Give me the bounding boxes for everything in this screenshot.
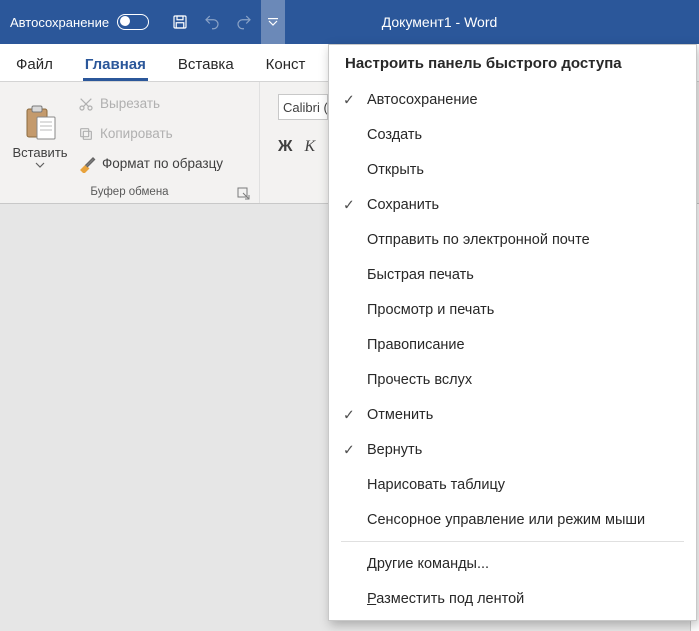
font-group: Calibri ( Ж К <box>260 82 336 203</box>
menu-item-4[interactable]: Отправить по электронной почте <box>329 222 696 257</box>
menu-item-label: Прочесть вслух <box>367 372 472 388</box>
menu-item-label: Сенсорное управление или режим мыши <box>367 512 645 528</box>
menu-item-5[interactable]: Быстрая печать <box>329 257 696 292</box>
tab-design[interactable]: Конст <box>250 56 310 81</box>
cut-button[interactable]: Вырезать <box>78 92 223 116</box>
checkmark-icon: ✓ <box>343 441 355 458</box>
menu-item-label: Правописание <box>367 337 465 353</box>
quick-access-toolbar <box>165 7 259 37</box>
checkmark-icon: ✓ <box>343 91 355 108</box>
menu-item-12[interactable]: Сенсорное управление или режим мыши <box>329 502 696 537</box>
menu-below-ribbon-label: Разместить под лентой <box>367 591 524 607</box>
document-title: Документ1 - Word <box>382 14 498 30</box>
customize-qat-dropdown[interactable] <box>261 0 285 44</box>
menu-other-commands-label: Другие команды... <box>367 556 489 572</box>
menu-item-10[interactable]: ✓ Вернуть <box>329 432 696 467</box>
menu-item-label: Просмотр и печать <box>367 302 494 318</box>
paste-button[interactable]: Вставить <box>8 86 72 181</box>
menu-item-9[interactable]: ✓ Отменить <box>329 397 696 432</box>
checkmark-icon: ✓ <box>343 196 355 213</box>
copy-button[interactable]: Копировать <box>78 122 223 146</box>
autosave-toggle-group: Автосохранение <box>0 14 159 30</box>
autosave-toggle[interactable] <box>117 14 149 30</box>
menu-other-commands[interactable]: Другие команды... <box>329 546 696 581</box>
customize-qat-menu: Настроить панель быстрого доступа ✓ Автос… <box>328 44 697 621</box>
menu-item-label: Нарисовать таблицу <box>367 477 505 493</box>
menu-item-label: Сохранить <box>367 197 439 213</box>
menu-item-6[interactable]: Просмотр и печать <box>329 292 696 327</box>
menu-item-7[interactable]: Правописание <box>329 327 696 362</box>
menu-item-0[interactable]: ✓ Автосохранение <box>329 82 696 117</box>
menu-item-label: Отменить <box>367 407 433 423</box>
menu-item-label: Открыть <box>367 162 424 178</box>
tab-home[interactable]: Главная <box>69 56 162 81</box>
chevron-down-icon <box>268 17 278 27</box>
menu-item-label: Автосохранение <box>367 92 478 108</box>
chevron-down-icon <box>35 162 45 168</box>
italic-button[interactable]: К <box>304 138 315 156</box>
tab-file[interactable]: Файл <box>0 56 69 81</box>
tab-insert[interactable]: Вставка <box>162 56 250 81</box>
menu-item-label: Быстрая печать <box>367 267 474 283</box>
cut-label: Вырезать <box>100 96 160 111</box>
menu-item-label: Отправить по электронной почте <box>367 232 590 248</box>
autosave-label: Автосохранение <box>10 15 109 30</box>
dialog-launcher-icon[interactable] <box>237 187 251 201</box>
clipboard-paste-icon <box>23 105 57 141</box>
menu-item-label: Создать <box>367 127 422 143</box>
copy-icon <box>78 126 94 142</box>
menu-title: Настроить панель быстрого доступа <box>329 45 696 82</box>
paintbrush-icon <box>78 155 96 173</box>
undo-button[interactable] <box>197 7 227 37</box>
menu-item-1[interactable]: Создать <box>329 117 696 152</box>
format-painter-button[interactable]: Формат по образцу <box>78 152 223 176</box>
copy-label: Копировать <box>100 126 173 141</box>
menu-item-3[interactable]: ✓ Сохранить <box>329 187 696 222</box>
menu-item-2[interactable]: Открыть <box>329 152 696 187</box>
redo-button[interactable] <box>229 7 259 37</box>
bold-button[interactable]: Ж <box>278 138 292 156</box>
checkmark-icon: ✓ <box>343 406 355 423</box>
clipboard-group: Вставить Вырезать <box>0 82 260 203</box>
clipboard-group-label: Буфер обмена <box>90 186 168 198</box>
menu-separator <box>341 541 684 542</box>
menu-item-8[interactable]: Прочесть вслух <box>329 362 696 397</box>
menu-below-ribbon[interactable]: Разместить под лентой <box>329 581 696 616</box>
format-painter-label: Формат по образцу <box>102 156 223 171</box>
menu-item-label: Вернуть <box>367 442 422 458</box>
font-name-value: Calibri ( <box>283 100 328 115</box>
scissors-icon <box>78 96 94 112</box>
title-bar: Автосохранение Документ1 - Wor <box>0 0 699 44</box>
save-button[interactable] <box>165 7 195 37</box>
menu-item-11[interactable]: Нарисовать таблицу <box>329 467 696 502</box>
font-name-select[interactable]: Calibri ( <box>278 94 328 120</box>
paste-label: Вставить <box>12 145 67 160</box>
